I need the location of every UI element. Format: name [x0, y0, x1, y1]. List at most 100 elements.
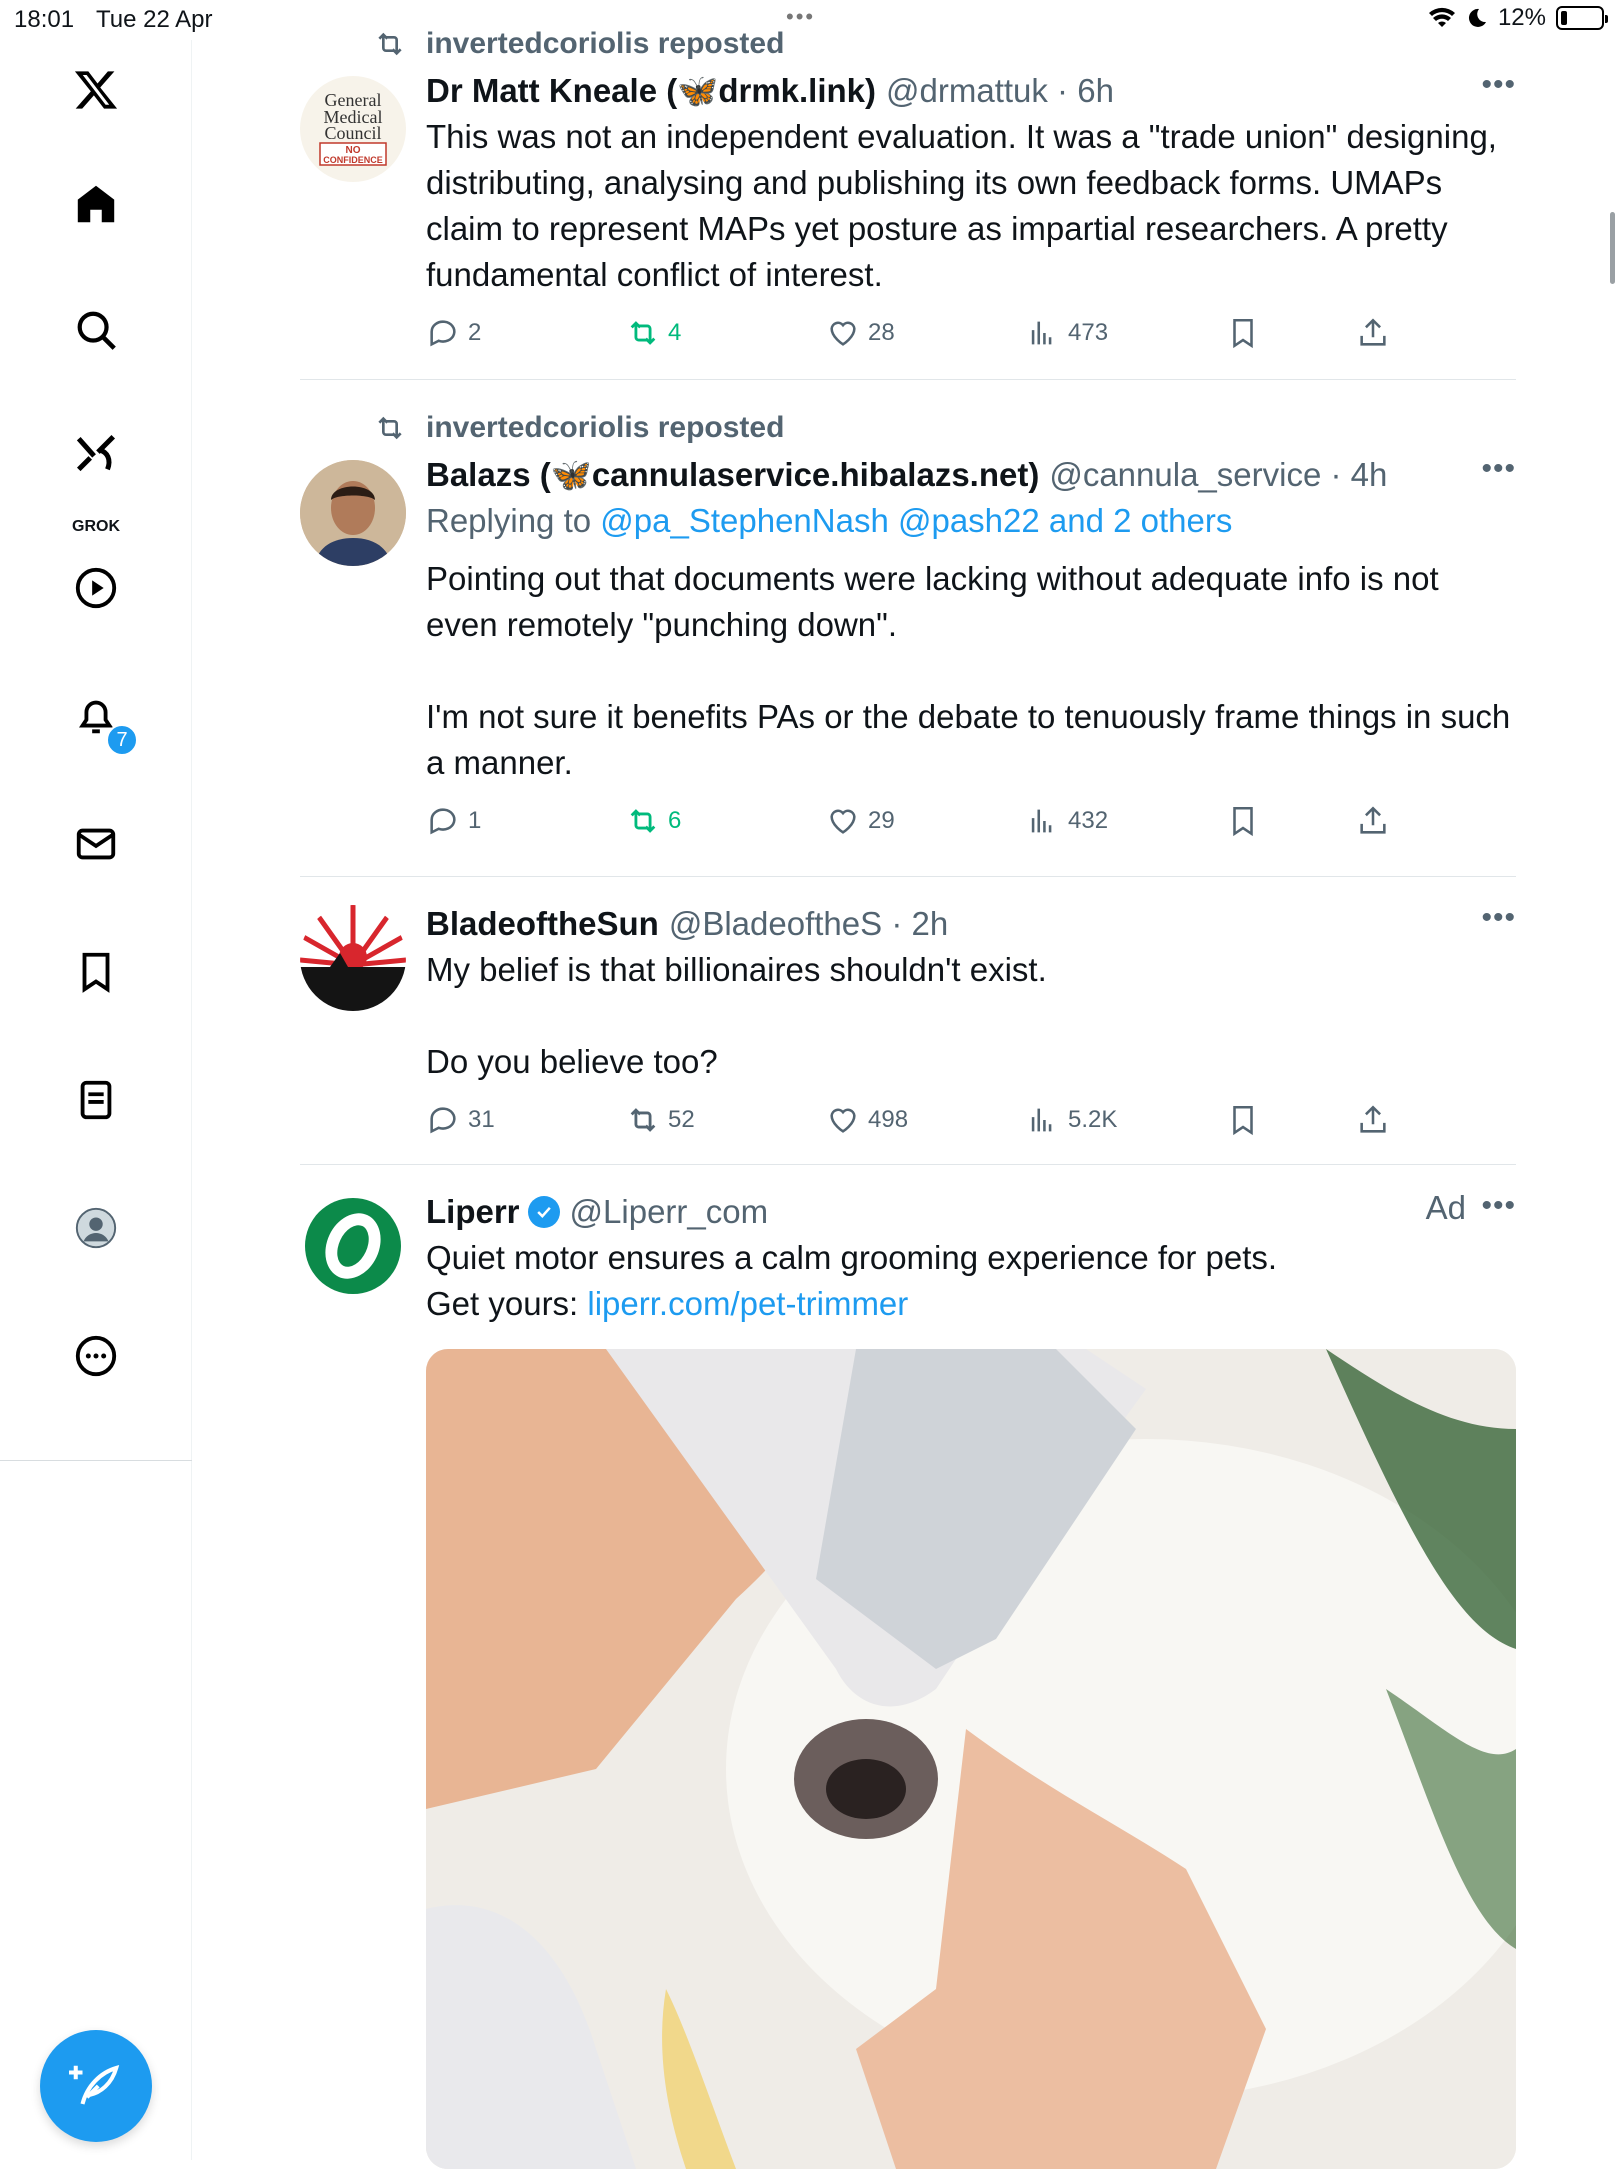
status-time: 18:01 — [14, 6, 75, 33]
bookmark-icon — [1233, 318, 1253, 349]
tweet-text: My belief is that billionaires shouldn't… — [426, 951, 1047, 1080]
reply-button[interactable]: 2 — [426, 316, 626, 350]
repost-label: invertedcoriolis reposted — [426, 411, 785, 444]
ad-video-media[interactable] — [426, 1349, 1516, 2169]
repost-banner: invertedcoriolis reposted — [300, 20, 1516, 68]
reply-count: 1 — [468, 807, 482, 834]
heart-icon — [830, 809, 856, 834]
more-options-icon[interactable]: ••• — [1481, 68, 1516, 102]
repost-label: invertedcoriolis reposted — [426, 27, 785, 60]
grok-label: GROK — [72, 518, 120, 535]
tweet-header: Dr Matt Kneale (🦋drmk.link) @drmattuk · … — [426, 68, 1516, 114]
tweet-header: Balazs (🦋cannulaservice.hibalazs.net) @c… — [426, 452, 1516, 498]
like-button[interactable]: 498 — [826, 1103, 1026, 1137]
tweet[interactable]: invertedcoriolis reposted General Medica… — [300, 20, 1516, 380]
heart-icon — [830, 1108, 856, 1133]
repost-icon — [630, 809, 656, 833]
views-chart-icon — [1031, 321, 1052, 345]
compose-feather-icon — [69, 2065, 120, 2105]
bookmark-button[interactable] — [1226, 1103, 1356, 1137]
more-options-icon[interactable]: ••• — [1481, 901, 1516, 935]
like-button[interactable]: 29 — [826, 804, 1026, 838]
status-date: Tue 22 Apr — [96, 6, 213, 33]
share-button[interactable] — [1356, 1103, 1486, 1137]
repost-icon — [630, 1108, 656, 1132]
author-handle[interactable]: @cannula_service · 4h — [1049, 456, 1387, 494]
view-count: 473 — [1068, 319, 1109, 346]
x-logo-icon[interactable] — [68, 62, 124, 118]
butterfly-icon: 🦋 — [550, 455, 592, 493]
compose-post-button[interactable] — [40, 2030, 152, 2142]
butterfly-icon: 🦋 — [677, 71, 719, 109]
avatar[interactable]: General Medical Council NO CONFIDENCE — [300, 76, 406, 182]
tweet-actions: 1 6 29 432 — [426, 786, 1516, 856]
tweet-text-line2: Get yours: liperr.com/pet-trimmer — [426, 1285, 909, 1322]
tweet-text: Pointing out that documents were lacking… — [426, 560, 1511, 781]
scrollbar[interactable] — [1610, 212, 1615, 284]
ad-link[interactable]: liperr.com/pet-trimmer — [587, 1285, 908, 1322]
author-name[interactable]: Balazs (🦋cannulaservice.hibalazs.net) — [426, 456, 1039, 495]
grok-icon[interactable] — [68, 426, 124, 482]
like-count: 29 — [868, 807, 895, 834]
messages-envelope-icon[interactable] — [68, 816, 124, 872]
avatar[interactable] — [300, 1193, 406, 1299]
sidebar: GROK 7 — [0, 40, 192, 2160]
avatar[interactable] — [300, 905, 406, 1011]
timeline-feed: invertedcoriolis reposted General Medica… — [300, 20, 1516, 2169]
share-icon — [1360, 806, 1386, 834]
more-options-icon[interactable]: ••• — [1481, 452, 1516, 486]
author-name[interactable]: Liperr — [426, 1193, 520, 1231]
repost-button[interactable]: 4 — [626, 316, 826, 350]
share-icon — [1360, 318, 1386, 346]
lists-icon[interactable] — [68, 1072, 124, 1128]
more-options-icon[interactable]: ••• — [1481, 1189, 1516, 1223]
repost-button[interactable]: 6 — [626, 804, 826, 838]
more-options-icon[interactable] — [68, 1328, 124, 1384]
repost-count: 52 — [668, 1106, 695, 1133]
repost-icon — [630, 321, 656, 345]
like-button[interactable]: 28 — [826, 316, 1026, 350]
share-button[interactable] — [1356, 804, 1486, 838]
repost-button[interactable]: 52 — [626, 1103, 826, 1137]
tweet[interactable]: invertedcoriolis reposted Balazs (🦋cannu… — [300, 380, 1516, 877]
ad-tweet[interactable]: Liperr @Liperr_com Ad ••• Quiet motor en… — [300, 1165, 1516, 2169]
bookmark-button[interactable] — [1226, 804, 1356, 838]
repost-banner: invertedcoriolis reposted — [300, 404, 1516, 452]
reply-button[interactable]: 31 — [426, 1103, 626, 1137]
views-button[interactable]: 5.2K — [1026, 1103, 1226, 1137]
search-icon[interactable] — [68, 302, 124, 358]
author-name[interactable]: BladeoftheSun — [426, 905, 659, 943]
reply-count: 31 — [468, 1106, 495, 1133]
video-play-icon[interactable] — [68, 560, 124, 616]
repost-icon — [378, 32, 402, 56]
home-icon[interactable] — [68, 176, 124, 232]
reply-mentions-link[interactable]: @pa_StephenNash @pash22 and 2 others — [600, 502, 1232, 539]
views-chart-icon — [1031, 809, 1052, 833]
avatar[interactable] — [300, 460, 406, 566]
author-handle[interactable]: @Liperr_com — [570, 1193, 769, 1231]
repost-icon — [378, 416, 402, 440]
author-name[interactable]: Dr Matt Kneale (🦋drmk.link) — [426, 72, 876, 111]
tweet[interactable]: BladeoftheSun @BladeoftheS · 2h ••• My b… — [300, 877, 1516, 1165]
share-button[interactable] — [1356, 316, 1486, 350]
like-count: 498 — [868, 1106, 909, 1133]
bookmarks-icon[interactable] — [68, 944, 124, 1000]
views-button[interactable]: 473 — [1026, 316, 1226, 350]
heart-icon — [830, 321, 856, 346]
views-chart-icon — [1031, 1108, 1052, 1132]
svg-text:CONFIDENCE: CONFIDENCE — [323, 155, 383, 165]
svg-text:Council: Council — [325, 123, 382, 143]
tweet-header: Liperr @Liperr_com Ad ••• — [426, 1189, 1516, 1235]
reply-icon — [430, 1107, 456, 1134]
tweet-actions: 2 4 28 473 — [426, 298, 1516, 368]
profile-avatar-icon[interactable] — [68, 1200, 124, 1256]
views-button[interactable]: 432 — [1026, 804, 1226, 838]
reply-button[interactable]: 1 — [426, 804, 626, 838]
author-handle[interactable]: @drmattuk · 6h — [886, 72, 1114, 110]
bookmark-button[interactable] — [1226, 316, 1356, 350]
sidebar-divider — [0, 1460, 192, 1461]
author-handle[interactable]: @BladeoftheS · 2h — [669, 905, 948, 943]
tweet-header: BladeoftheSun @BladeoftheS · 2h ••• — [426, 901, 1516, 947]
notifications-badge: 7 — [106, 724, 138, 756]
bookmark-icon — [1233, 1105, 1253, 1136]
